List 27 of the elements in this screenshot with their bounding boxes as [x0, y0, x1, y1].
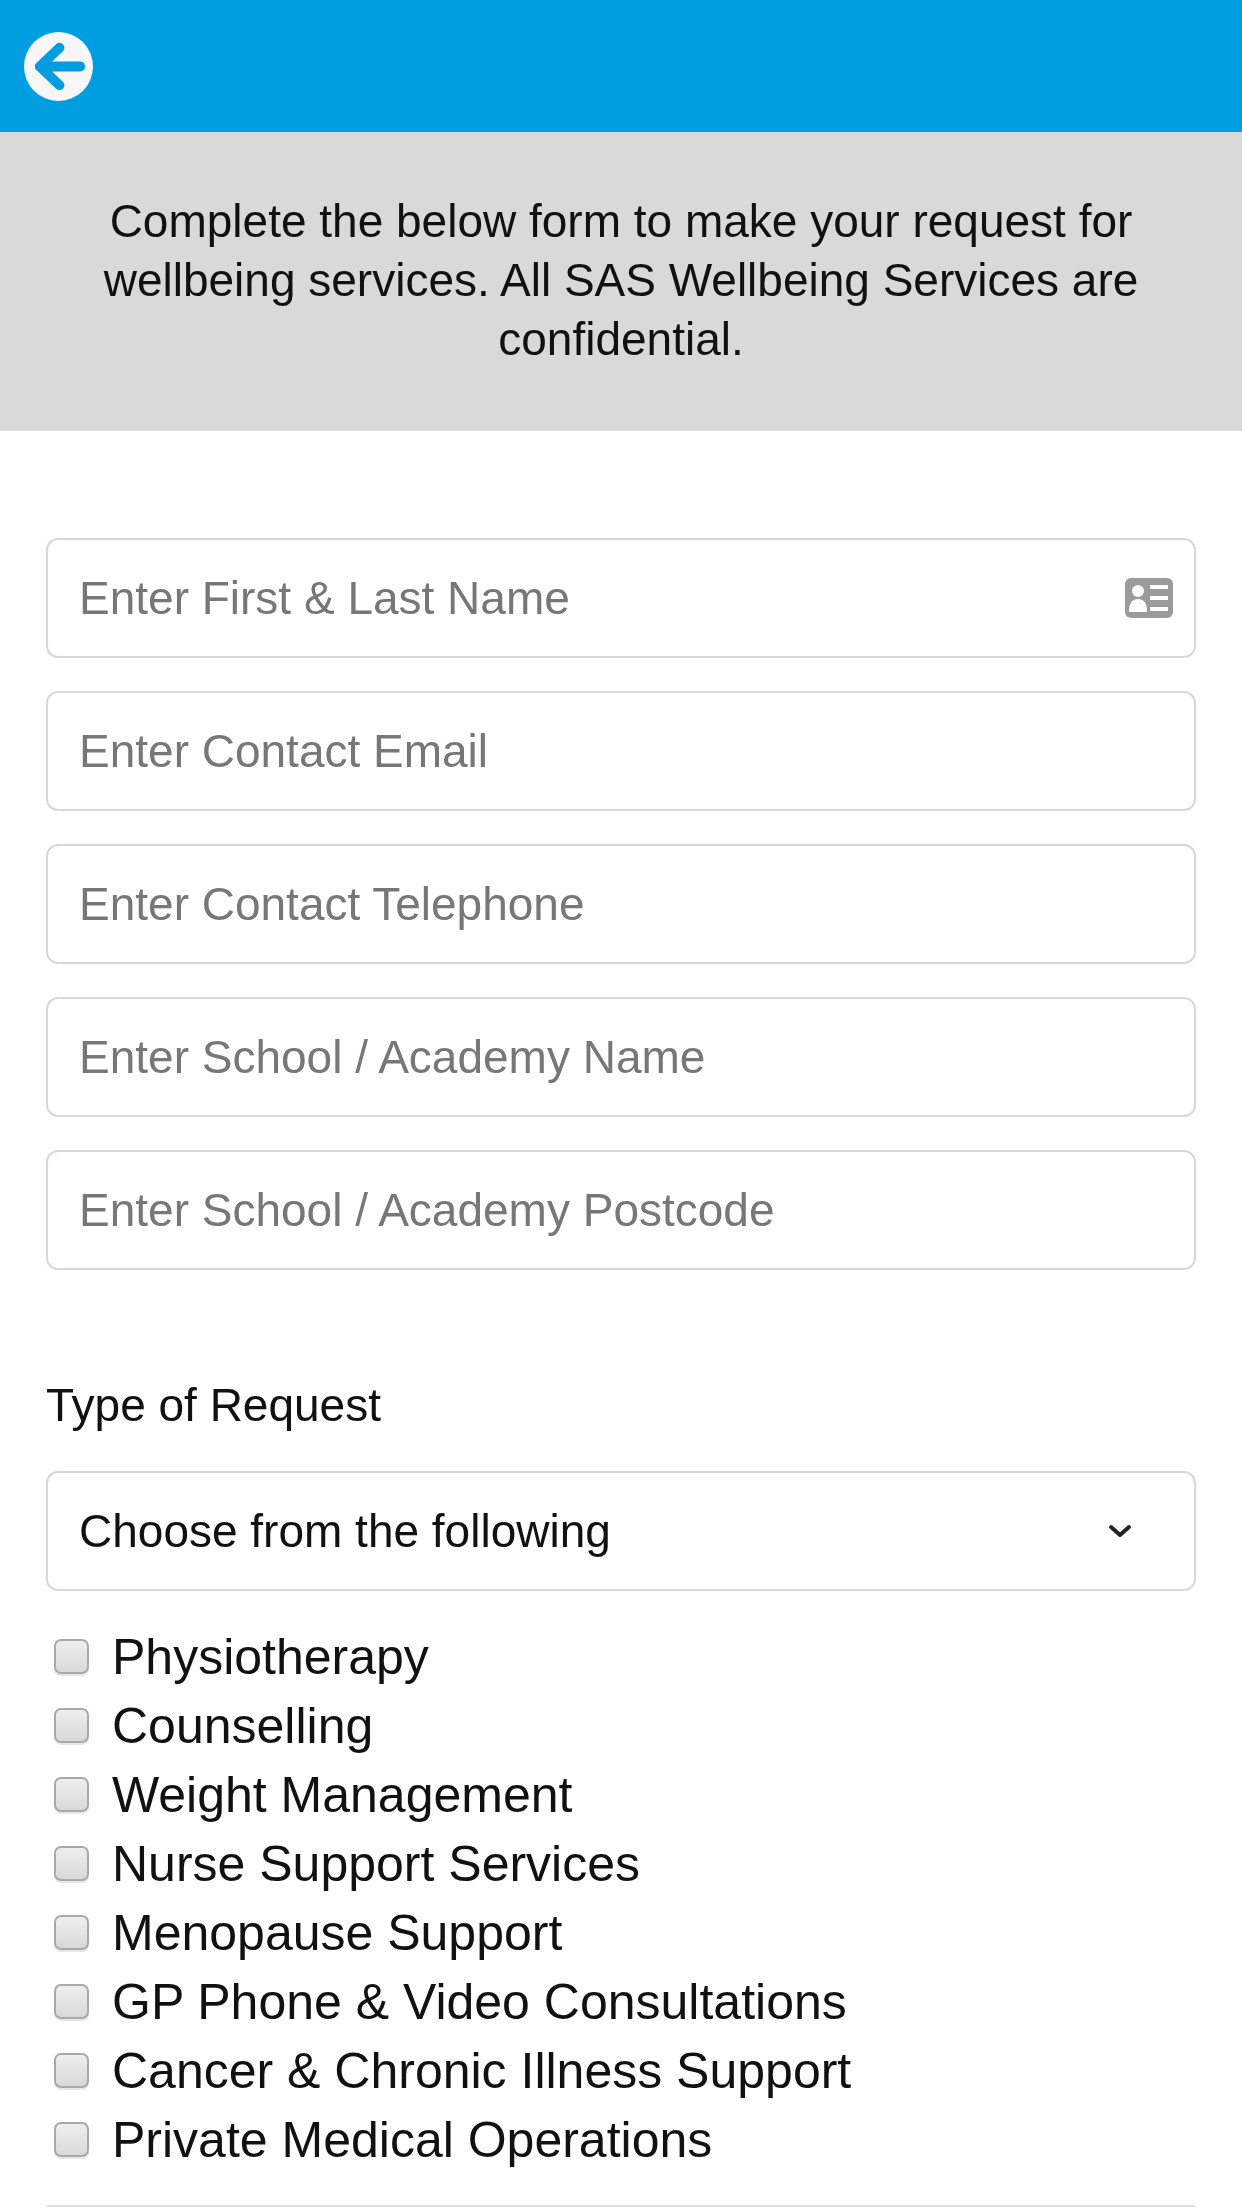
request-type-dropdown[interactable]: Choose from the following	[46, 1471, 1196, 1591]
service-option-label: Weight Management	[112, 1765, 573, 1825]
request-type-label: Type of Request	[46, 1378, 381, 1433]
contact-card-icon	[1125, 578, 1173, 618]
checkbox[interactable]	[54, 1777, 89, 1812]
email-field[interactable]: Enter Contact Email	[46, 691, 1196, 811]
checkbox[interactable]	[54, 1915, 89, 1950]
service-option-label: Cancer & Chronic Illness Support	[112, 2041, 852, 2101]
chevron-down-icon	[1108, 1524, 1132, 1538]
checkbox[interactable]	[54, 2122, 89, 2157]
checkbox[interactable]	[54, 2053, 89, 2088]
intro-text: Complete the below form to make your request for wellbeing services. All SAS Wellbeing Services are confidential.	[102, 194, 1140, 367]
back-icon[interactable]	[24, 32, 93, 101]
checkbox[interactable]	[54, 1639, 89, 1674]
service-option-label: Counselling	[112, 1696, 374, 1756]
school-name-field[interactable]: Enter School / Academy Name	[46, 997, 1196, 1117]
service-option-label: Menopause Support	[112, 1903, 563, 1963]
checkbox[interactable]	[54, 1708, 89, 1743]
checkbox[interactable]	[54, 1846, 89, 1881]
name-field[interactable]: Enter First & Last Name	[46, 538, 1196, 658]
phone-field[interactable]: Enter Contact Telephone	[46, 844, 1196, 964]
service-option-label: GP Phone & Video Consultations	[112, 1972, 847, 2032]
service-option-label: Nurse Support Services	[112, 1834, 640, 1894]
postcode-field[interactable]: Enter School / Academy Postcode	[46, 1150, 1196, 1270]
checkbox[interactable]	[54, 1984, 89, 2019]
service-option-label: Private Medical Operations	[112, 2110, 713, 2170]
service-option-label: Physiotherapy	[112, 1627, 429, 1687]
